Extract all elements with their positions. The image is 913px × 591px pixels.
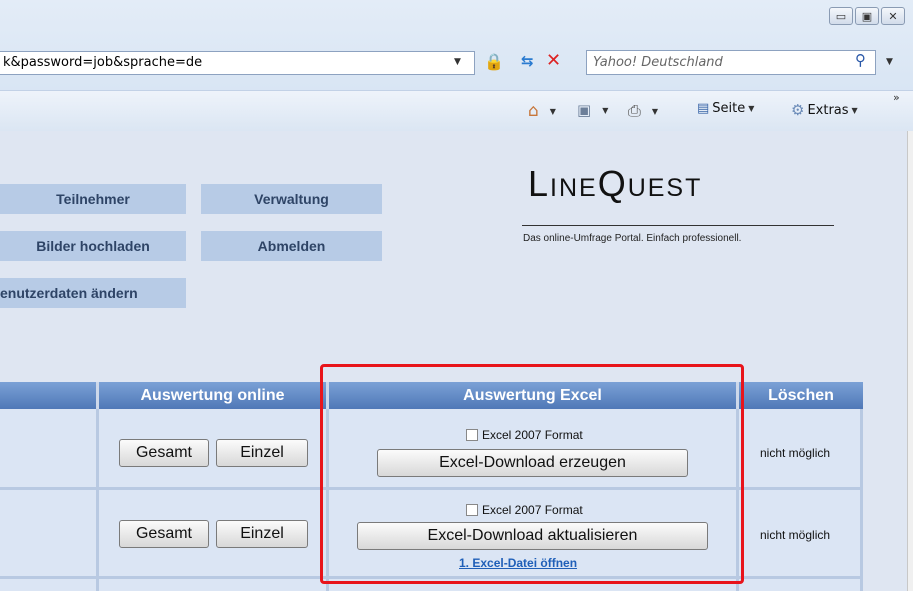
tools-menu-button[interactable]: ⚙ Extras ▼ [791, 101, 858, 119]
refresh-icon[interactable]: ⇆ [521, 52, 534, 70]
total-button[interactable]: Gesamt [119, 520, 209, 548]
window-controls: ▭ ▣ ✕ [829, 7, 905, 25]
more-chevron-icon[interactable]: » [893, 91, 900, 104]
table-cell [739, 579, 863, 591]
table-header-online: Auswertung online [99, 382, 329, 409]
table-cell [0, 490, 99, 579]
logo-tagline: Das online-Umfrage Portal. Einfach profe… [523, 233, 742, 244]
page-icon: ▤ [697, 101, 710, 116]
page-menu-label: Seite [712, 101, 746, 116]
address-dropdown-icon[interactable]: ▼ [454, 57, 461, 67]
scrollbar[interactable] [907, 131, 913, 591]
feed-icon[interactable]: ▣ ▼ [577, 101, 608, 119]
gear-icon: ⚙ [791, 101, 805, 119]
highlight-box [320, 364, 744, 584]
nav-logout-button[interactable]: Abmelden [201, 231, 382, 261]
minimize-button[interactable]: ▭ [829, 7, 853, 25]
table-side-gap [863, 382, 907, 591]
delete-status: nicht möglich [760, 446, 831, 460]
single-button[interactable]: Einzel [216, 520, 308, 548]
delete-status: nicht möglich [760, 528, 831, 542]
single-button[interactable]: Einzel [216, 439, 308, 467]
table-cell [99, 579, 329, 591]
table-cell [0, 579, 99, 591]
logo-title: LineQuest [528, 163, 703, 204]
address-bar[interactable]: k&password=job&sprache=de [0, 51, 475, 75]
command-bar: ⌂ ▼ ▣ ▼ ⎙ ▼ ▤ Seite ▼ ⚙ Extras ▼ » [0, 90, 913, 131]
page-menu-button[interactable]: ▤ Seite ▼ [697, 101, 754, 116]
table-header-delete: Löschen [739, 382, 863, 409]
search-input[interactable]: Yahoo! Deutschland [586, 50, 876, 75]
nav-participants-button[interactable]: Teilnehmer [0, 184, 186, 214]
nav-upload-images-button[interactable]: Bilder hochladen [0, 231, 186, 261]
stop-icon[interactable]: ✕ [546, 50, 561, 71]
chevron-down-icon: ▼ [748, 104, 755, 113]
maximize-button[interactable]: ▣ [855, 7, 879, 25]
tools-menu-label: Extras [807, 102, 849, 118]
search-dropdown-icon[interactable]: ▼ [886, 57, 893, 67]
nav-admin-button[interactable]: Verwaltung [201, 184, 382, 214]
browser-chrome: ▭ ▣ ✕ k&password=job&sprache=de ▼ 🔒 ⇆ ✕ … [0, 0, 913, 131]
home-icon[interactable]: ⌂ ▼ [528, 101, 556, 121]
search-icon[interactable]: ⚲ [855, 51, 866, 69]
table-cell [0, 409, 99, 490]
nav-change-user-data-button[interactable]: enutzerdaten ändern [0, 278, 186, 308]
table-header-blank [0, 382, 99, 409]
lock-icon[interactable]: 🔒 [484, 52, 504, 71]
print-icon[interactable]: ⎙ ▼ [628, 101, 658, 121]
close-window-button[interactable]: ✕ [881, 7, 905, 25]
chevron-down-icon: ▼ [851, 105, 858, 115]
logo-divider [522, 225, 834, 226]
total-button[interactable]: Gesamt [119, 439, 209, 467]
